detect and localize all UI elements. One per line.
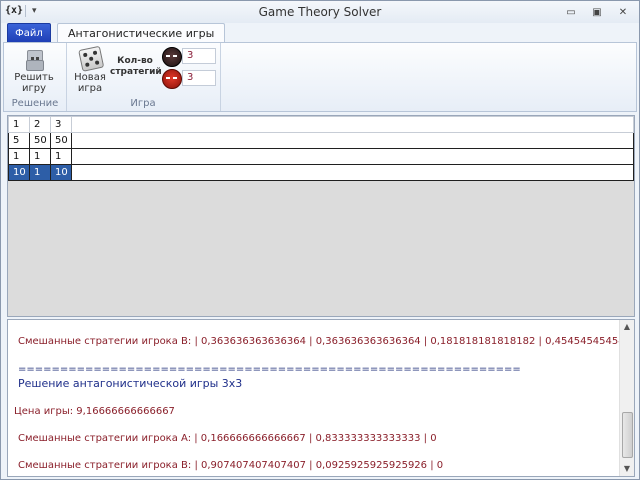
group-solution: Решить игру Решение <box>4 43 67 111</box>
matrix-cell[interactable]: 1 <box>29 164 51 181</box>
scroll-thumb[interactable] <box>622 412 633 458</box>
window-controls: ▭ ▣ ✕ <box>563 7 631 19</box>
minimize-button[interactable]: ▭ <box>563 7 579 19</box>
game-value-line: Цена игры: 9,16666666666667 <box>14 406 175 417</box>
tab-antagonistic-games[interactable]: Антагонистические игры <box>57 23 226 43</box>
matrix-cell[interactable]: 5 <box>8 132 30 149</box>
empty-cell <box>71 132 634 149</box>
output-scrollbar[interactable]: ▲ ▼ <box>619 320 634 476</box>
scroll-up-icon[interactable]: ▲ <box>620 320 634 334</box>
column-header[interactable]: 2 <box>29 116 51 133</box>
matrix-row: 1 1 1 <box>8 148 634 165</box>
output-line: Смешанные стратегии игрока B: | 0,907407… <box>18 460 444 471</box>
new-game-button[interactable]: Новая игра <box>70 45 110 94</box>
output-line: Смешанные стратегии игрока A: | 0,166666… <box>18 433 437 444</box>
matrix-row-selected: 10 1 10 <box>8 164 634 181</box>
matrix-cell[interactable]: 10 <box>8 164 30 181</box>
scroll-down-icon[interactable]: ▼ <box>620 462 634 476</box>
matrix-cell[interactable]: 1 <box>50 148 72 165</box>
output-line: Смешанные стратегии игрока B: | 0,363636… <box>18 336 635 347</box>
output-heading: Решение антагонистической игры 3x3 <box>18 377 243 390</box>
player-b-strategies-input[interactable]: 3 <box>182 70 216 86</box>
empty-cell <box>71 164 634 181</box>
group-solution-label: Решение <box>11 98 59 109</box>
column-header[interactable]: 3 <box>50 116 72 133</box>
window-title: Game Theory Solver <box>258 5 382 19</box>
solution-output-log[interactable]: Смешанные стратегии игрока B: | 0,363636… <box>7 319 635 477</box>
empty-cell <box>71 148 634 165</box>
solve-game-button[interactable]: Решить игру <box>14 47 54 94</box>
empty-cell <box>71 116 634 133</box>
matrix-cell[interactable]: 10 <box>50 164 72 181</box>
group-game-label: Игра <box>130 98 156 109</box>
matrix-cell[interactable]: 1 <box>29 148 51 165</box>
group-game: Новая игра Кол-во стратегий 3 3 Игра <box>66 43 221 111</box>
matrix-cell[interactable]: 1 <box>8 148 30 165</box>
ribbon-tabs: Файл Антагонистические игры ⌃ <box>1 23 639 58</box>
app-window: {x} ▾ Game Theory Solver ▭ ▣ ✕ Файл Анта… <box>0 0 640 480</box>
strategies-count-label: Кол-во стратегий <box>110 56 162 77</box>
player-a-strategies-input[interactable]: 3 <box>182 48 216 64</box>
file-tab[interactable]: Файл <box>7 23 51 43</box>
matrix-header-row: 1 2 3 <box>8 116 634 133</box>
matrix-cell[interactable]: 50 <box>50 132 72 149</box>
matrix-row: 5 50 50 <box>8 132 634 149</box>
robot-icon <box>23 47 45 71</box>
title-bar: {x} ▾ Game Theory Solver ▭ ▣ ✕ <box>1 1 639 23</box>
matrix-cell[interactable]: 50 <box>29 132 51 149</box>
close-button[interactable]: ✕ <box>615 7 631 19</box>
payoff-matrix: 1 2 3 5 50 50 1 1 1 10 1 10 <box>8 116 634 181</box>
output-separator: ========================================… <box>18 364 521 375</box>
solve-game-label: Решить игру <box>14 72 54 94</box>
player-b-icon <box>162 69 182 89</box>
ribbon-panel: Решить игру Решение Новая игра Кол-во ст… <box>3 42 637 112</box>
new-game-label: Новая игра <box>74 72 106 94</box>
payoff-matrix-grid[interactable]: 1 2 3 5 50 50 1 1 1 10 1 10 <box>7 115 635 317</box>
restore-button[interactable]: ▣ <box>589 7 605 19</box>
dice-icon <box>77 45 105 72</box>
player-a-icon <box>162 47 182 67</box>
column-header[interactable]: 1 <box>8 116 30 133</box>
